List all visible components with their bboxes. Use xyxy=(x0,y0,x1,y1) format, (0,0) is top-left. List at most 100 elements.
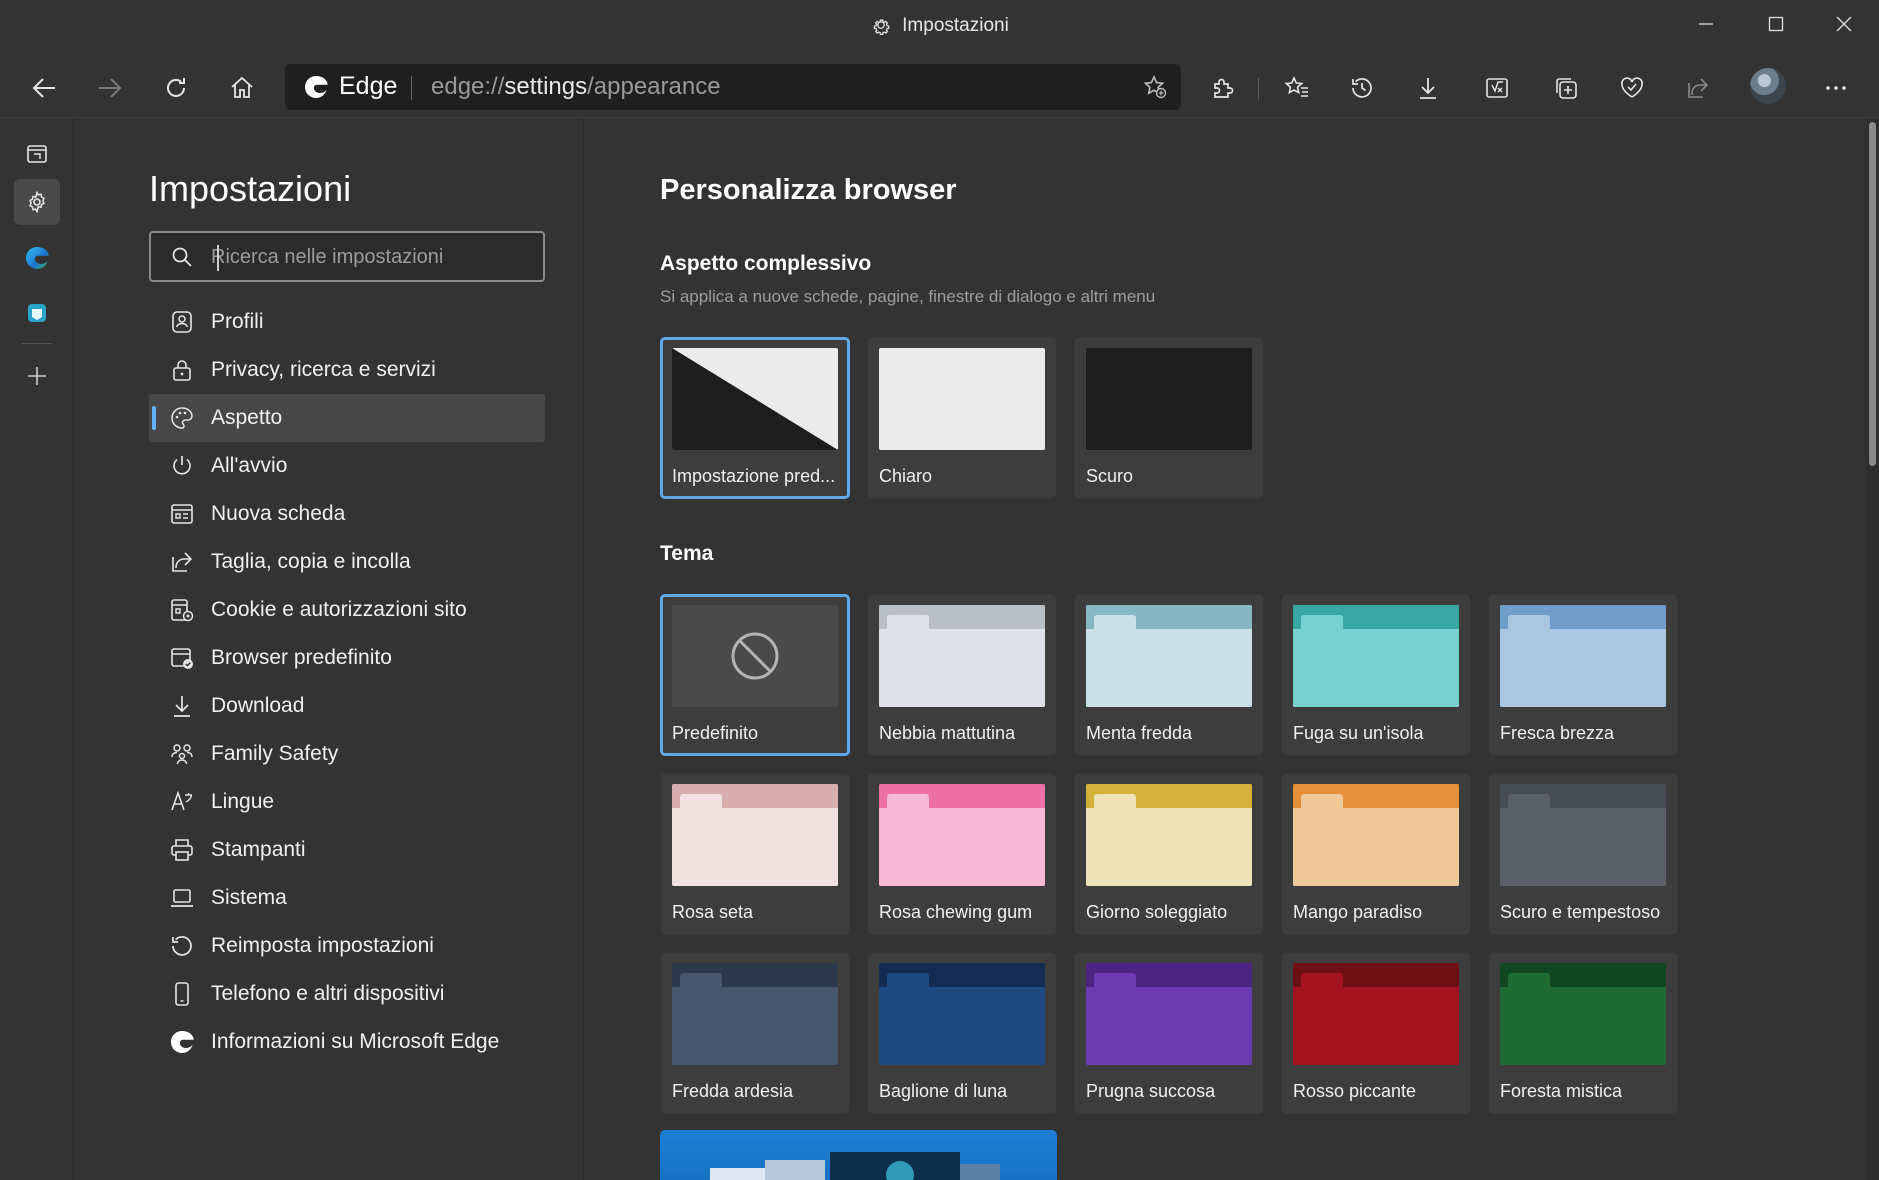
minimize-button[interactable] xyxy=(1678,6,1734,42)
overall-description: Si applica a nuove schede, pagine, fines… xyxy=(660,287,1156,306)
close-button[interactable] xyxy=(1816,6,1872,42)
add-favorite-button[interactable] xyxy=(1139,71,1171,103)
theme-option-label: Rosa seta xyxy=(672,902,754,922)
sidebar-item[interactable]: Family Safety xyxy=(149,730,545,778)
theme-option[interactable]: Mango paradiso xyxy=(1281,773,1471,935)
sidebar-item-label: Sistema xyxy=(211,886,287,909)
rail-settings[interactable] xyxy=(14,179,60,225)
settings-nav: Profili Privacy, ricerca e servizi Aspetto… xyxy=(149,298,545,1066)
sidebar-item[interactable]: Browser predefinito xyxy=(149,634,545,682)
theme-option[interactable]: Menta fredda xyxy=(1074,594,1264,756)
sidebar-item[interactable]: Sistema xyxy=(149,874,545,922)
theme-preview xyxy=(1293,963,1459,1065)
search-input[interactable] xyxy=(211,239,531,275)
sidebar-item-label: Nuova scheda xyxy=(211,502,346,525)
rail-separator xyxy=(22,343,52,344)
arrow-right-icon xyxy=(99,78,122,98)
downloads-button[interactable] xyxy=(1406,66,1450,110)
collections-icon xyxy=(1556,78,1577,99)
theme-preview xyxy=(1293,605,1459,707)
dark-preview xyxy=(1086,348,1252,450)
page-scrollbar[interactable] xyxy=(1866,118,1879,1180)
theme-option[interactable]: Rosa seta xyxy=(660,773,850,935)
url-text: edge://settings/appearance xyxy=(431,73,721,100)
forward-button[interactable] xyxy=(88,66,132,110)
back-button[interactable] xyxy=(22,66,66,110)
rail-outlook[interactable] xyxy=(14,290,60,336)
edge-label: Edge xyxy=(339,72,398,100)
minimize-icon xyxy=(1699,23,1713,25)
sidebar-item[interactable]: Cookie e autorizzazioni sito xyxy=(149,586,545,634)
history-button[interactable] xyxy=(1340,66,1384,110)
sidebar-item[interactable]: Taglia, copia e incolla xyxy=(149,538,545,586)
theme-preview xyxy=(1293,784,1459,886)
sidebar-item[interactable]: Profili xyxy=(149,298,545,346)
theme-preview xyxy=(672,605,838,707)
theme-option[interactable]: Giorno soleggiato xyxy=(1074,773,1264,935)
theme-preview xyxy=(879,963,1045,1065)
theme-option[interactable]: Nebbia mattutina xyxy=(867,594,1057,756)
appearance-option-default[interactable]: Impostazione pred... xyxy=(660,337,850,499)
plus-icon xyxy=(28,367,46,385)
home-icon xyxy=(231,76,253,98)
sidebar-title: Impostazioni xyxy=(149,168,352,209)
address-bar[interactable]: Edge edge://settings/appearance xyxy=(285,64,1181,110)
settings-sidebar: Impostazioni Profili Privacy, ricerca e s… xyxy=(74,118,584,1180)
theme-image-card[interactable] xyxy=(660,1130,1057,1180)
toolbar-separator xyxy=(1258,78,1259,100)
appearance-option-dark[interactable]: Scuro xyxy=(1074,337,1264,499)
extensions-button[interactable] xyxy=(1201,66,1245,110)
default-browser-icon xyxy=(169,645,195,671)
sidebar-item[interactable]: Telefono e altri dispositivi xyxy=(149,970,545,1018)
sidebar-item[interactable]: Privacy, ricerca e servizi xyxy=(149,346,545,394)
sidebar-item[interactable]: All'avvio xyxy=(149,442,545,490)
favorites-button[interactable] xyxy=(1275,66,1319,110)
math-solver-icon xyxy=(1486,78,1508,98)
appearance-option-light[interactable]: Chiaro xyxy=(867,337,1057,499)
laptop-icon xyxy=(169,885,195,911)
phone-icon xyxy=(169,981,195,1007)
theme-option[interactable]: Prugna succosa xyxy=(1074,952,1264,1114)
edge-color-icon xyxy=(25,246,49,269)
theme-option[interactable]: Foresta mistica xyxy=(1488,952,1678,1114)
home-button[interactable] xyxy=(220,66,264,110)
theme-option[interactable]: Rosa chewing gum xyxy=(867,773,1057,935)
more-menu-button[interactable] xyxy=(1814,66,1858,110)
rail-add[interactable] xyxy=(14,353,60,399)
sidebar-item[interactable]: Lingue xyxy=(149,778,545,826)
settings-search[interactable] xyxy=(149,231,545,282)
theme-option-label: Mango paradiso xyxy=(1293,902,1423,922)
rail-tab-actions[interactable] xyxy=(14,131,60,177)
theme-option[interactable]: Fresca brezza xyxy=(1488,594,1678,756)
refresh-button[interactable] xyxy=(154,66,198,110)
theme-option[interactable]: Rosso piccante xyxy=(1281,952,1471,1114)
sidebar-item-label: Family Safety xyxy=(211,742,339,765)
sidebar-item[interactable]: Informazioni su Microsoft Edge xyxy=(149,1018,545,1066)
sidebar-item[interactable]: Download xyxy=(149,682,545,730)
theme-option[interactable]: Fuga su un'isola xyxy=(1281,594,1471,756)
sidebar-item[interactable]: Nuova scheda xyxy=(149,490,545,538)
theme-option[interactable]: Scuro e tempestoso xyxy=(1488,773,1678,935)
theme-option[interactable]: Baglione di luna xyxy=(867,952,1057,1114)
collections-button[interactable] xyxy=(1544,66,1588,110)
sidebar-item[interactable]: Reimposta impostazioni xyxy=(149,922,545,970)
browser-essentials-button[interactable] xyxy=(1610,66,1654,110)
share-button[interactable] xyxy=(1676,66,1720,110)
theme-preview xyxy=(1086,605,1252,707)
sidebar-item[interactable]: Aspetto xyxy=(149,394,545,442)
star-add-icon xyxy=(1143,75,1167,99)
sidebar-item[interactable]: Stampanti xyxy=(149,826,545,874)
math-solver-button[interactable] xyxy=(1475,66,1519,110)
printer-icon xyxy=(169,837,195,863)
maximize-button[interactable] xyxy=(1748,6,1804,42)
scrollbar-thumb[interactable] xyxy=(1869,122,1876,466)
rail-edge[interactable] xyxy=(14,235,60,281)
theme-option-label: Prugna succosa xyxy=(1086,1081,1216,1101)
theme-option[interactable]: Fredda ardesia xyxy=(660,952,850,1114)
profile-avatar[interactable] xyxy=(1750,68,1786,104)
theme-option-label: Giorno soleggiato xyxy=(1086,902,1228,922)
theme-option[interactable]: Predefinito xyxy=(660,594,850,756)
more-dots-icon xyxy=(1826,86,1846,90)
theme-option-label: Rosa chewing gum xyxy=(879,902,1033,922)
refresh-icon xyxy=(167,78,185,97)
